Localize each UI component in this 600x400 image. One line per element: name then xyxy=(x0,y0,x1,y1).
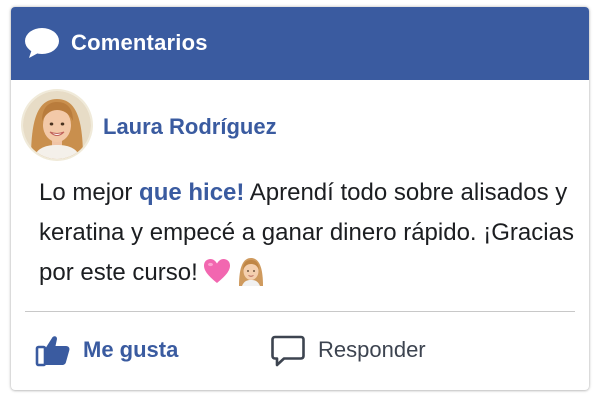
avatar-image xyxy=(23,91,91,159)
comment-bubble-icon xyxy=(271,335,305,367)
woman-face-emoji xyxy=(238,257,263,286)
header-title: Comentarios xyxy=(71,30,208,55)
avatar[interactable] xyxy=(23,91,91,159)
comment-author[interactable]: Laura Rodríguez xyxy=(103,113,277,141)
like-label: Me gusta xyxy=(83,337,179,362)
comment-card: Comentarios Laura Rodríguez Lo mejor que… xyxy=(11,7,589,390)
reply-button[interactable]: Responder xyxy=(270,330,426,370)
pink-heart-emoji xyxy=(203,258,230,283)
thumbs-up-icon xyxy=(35,336,70,367)
like-button[interactable]: Me gusta xyxy=(35,330,178,370)
comment-text-start: Lo mejor xyxy=(39,179,140,206)
comment-text-highlight: que hice! xyxy=(139,179,245,206)
comment-text: Lo mejor que hice! Aprendí todo sobre al… xyxy=(39,173,584,293)
comments-header: Comentarios xyxy=(11,7,589,80)
speech-bubble-icon xyxy=(25,28,59,58)
reply-label: Responder xyxy=(318,337,426,362)
actions-divider xyxy=(25,311,575,312)
